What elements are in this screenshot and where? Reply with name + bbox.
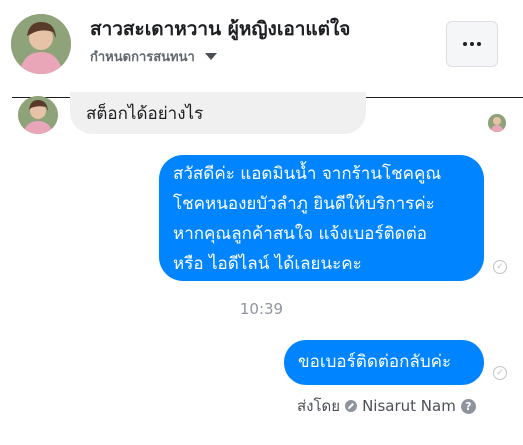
assign-conversation-dropdown[interactable]: กำหนดการสนทนา: [90, 46, 217, 67]
outgoing-message-bubble[interactable]: ขอเบอร์ติดต่อกลับค่ะ: [284, 340, 484, 385]
help-icon[interactable]: ?: [460, 398, 476, 414]
sender-name[interactable]: Nisarut Nam: [362, 397, 456, 415]
contact-name: สาวสะเดาหวาน ผู้หญิงเอาแต่ใจ: [90, 18, 351, 40]
message-line: หากคุณลูกค้าสนใจ แจ้งเบอร์ติดต่อ: [173, 224, 427, 244]
sent-by-info: ส่งโดย Nisarut Nam ?: [297, 394, 476, 418]
incoming-message-bubble[interactable]: สต็อกได้อย่างไร: [70, 92, 366, 134]
read-receipt-avatar: [488, 114, 506, 132]
outgoing-message-bubble[interactable]: สวัสดีค่ะ แอดมินน้ำ จากร้านโชคคูณ โชคหนอ…: [159, 155, 484, 281]
assign-conversation-label: กำหนดการสนทนา: [90, 50, 195, 65]
message-timestamp: 10:39: [239, 300, 284, 318]
pencil-icon: [345, 400, 358, 412]
sent-by-label: ส่งโดย: [297, 397, 341, 415]
ellipsis-icon: [463, 42, 467, 46]
message-line: โชคหนองยบัวลำภู ยินดีให้บริการค่ะ: [173, 194, 435, 214]
caret-down-icon: [204, 53, 217, 60]
outgoing-message-text: ขอเบอร์ติดต่อกลับค่ะ: [298, 352, 452, 372]
message-line: สวัสดีค่ะ แอดมินน้ำ จากร้านโชคคูณ: [173, 164, 442, 184]
delivered-check-icon: ✓: [493, 366, 507, 380]
more-options-button[interactable]: [446, 21, 498, 67]
delivered-check-icon: ✓: [493, 260, 507, 274]
sender-avatar[interactable]: [18, 96, 58, 134]
conversation-header: สาวสะเดาหวาน ผู้หญิงเอาแต่ใจ กำหนดการสนท…: [0, 0, 523, 96]
message-line: หรือ ไอดีไลน์ ได้เลยนะคะ: [173, 254, 362, 274]
contact-avatar[interactable]: [11, 14, 71, 74]
incoming-message-text: สต็อกได้อย่างไร: [86, 104, 204, 124]
